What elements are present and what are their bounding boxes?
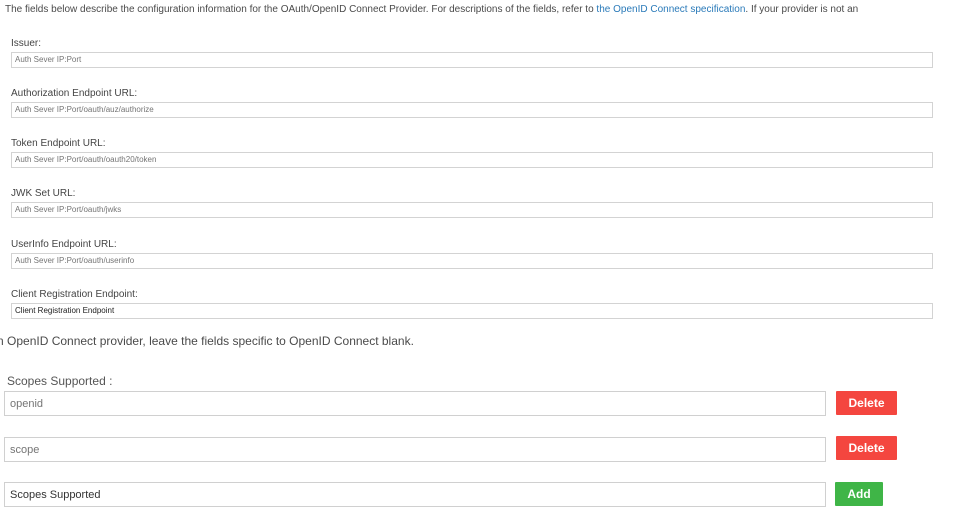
delete-scope-button[interactable]: Delete bbox=[836, 436, 897, 460]
scopes-supported-label: Scopes Supported : bbox=[7, 374, 113, 388]
client-registration-endpoint-label: Client Registration Endpoint: bbox=[11, 289, 138, 300]
intro-text: The fields below describe the configurat… bbox=[5, 3, 959, 17]
userinfo-endpoint-input[interactable] bbox=[11, 253, 933, 269]
jwk-set-url-field: JWK Set URL: bbox=[11, 188, 935, 218]
client-registration-endpoint-input[interactable] bbox=[11, 303, 933, 319]
issuer-label: Issuer: bbox=[11, 38, 42, 49]
add-scope-button[interactable]: Add bbox=[835, 482, 883, 506]
intro-text-continuation: n OpenID Connect provider, leave the fie… bbox=[0, 334, 414, 348]
scope-input-scope[interactable] bbox=[4, 437, 826, 462]
jwk-set-url-input[interactable] bbox=[11, 202, 933, 218]
token-endpoint-label: Token Endpoint URL: bbox=[11, 138, 106, 149]
client-registration-endpoint-field: Client Registration Endpoint: bbox=[11, 289, 935, 319]
jwk-set-url-label: JWK Set URL: bbox=[11, 188, 76, 199]
authorization-endpoint-input[interactable] bbox=[11, 102, 933, 118]
openid-spec-link[interactable]: the OpenID Connect specification bbox=[596, 4, 745, 15]
token-endpoint-input[interactable] bbox=[11, 152, 933, 168]
issuer-field: Issuer: bbox=[11, 38, 935, 68]
intro-text-after: . If your provider is not an bbox=[745, 4, 859, 15]
token-endpoint-field: Token Endpoint URL: bbox=[11, 138, 935, 168]
userinfo-endpoint-field: UserInfo Endpoint URL: bbox=[11, 239, 935, 269]
issuer-input[interactable] bbox=[11, 52, 933, 68]
new-scope-input[interactable] bbox=[4, 482, 826, 507]
authorization-endpoint-field: Authorization Endpoint URL: bbox=[11, 88, 935, 118]
userinfo-endpoint-label: UserInfo Endpoint URL: bbox=[11, 239, 117, 250]
authorization-endpoint-label: Authorization Endpoint URL: bbox=[11, 88, 138, 99]
intro-text-before: The fields below describe the configurat… bbox=[5, 4, 597, 15]
delete-scope-button[interactable]: Delete bbox=[836, 391, 897, 415]
scope-input-openid[interactable] bbox=[4, 391, 826, 416]
